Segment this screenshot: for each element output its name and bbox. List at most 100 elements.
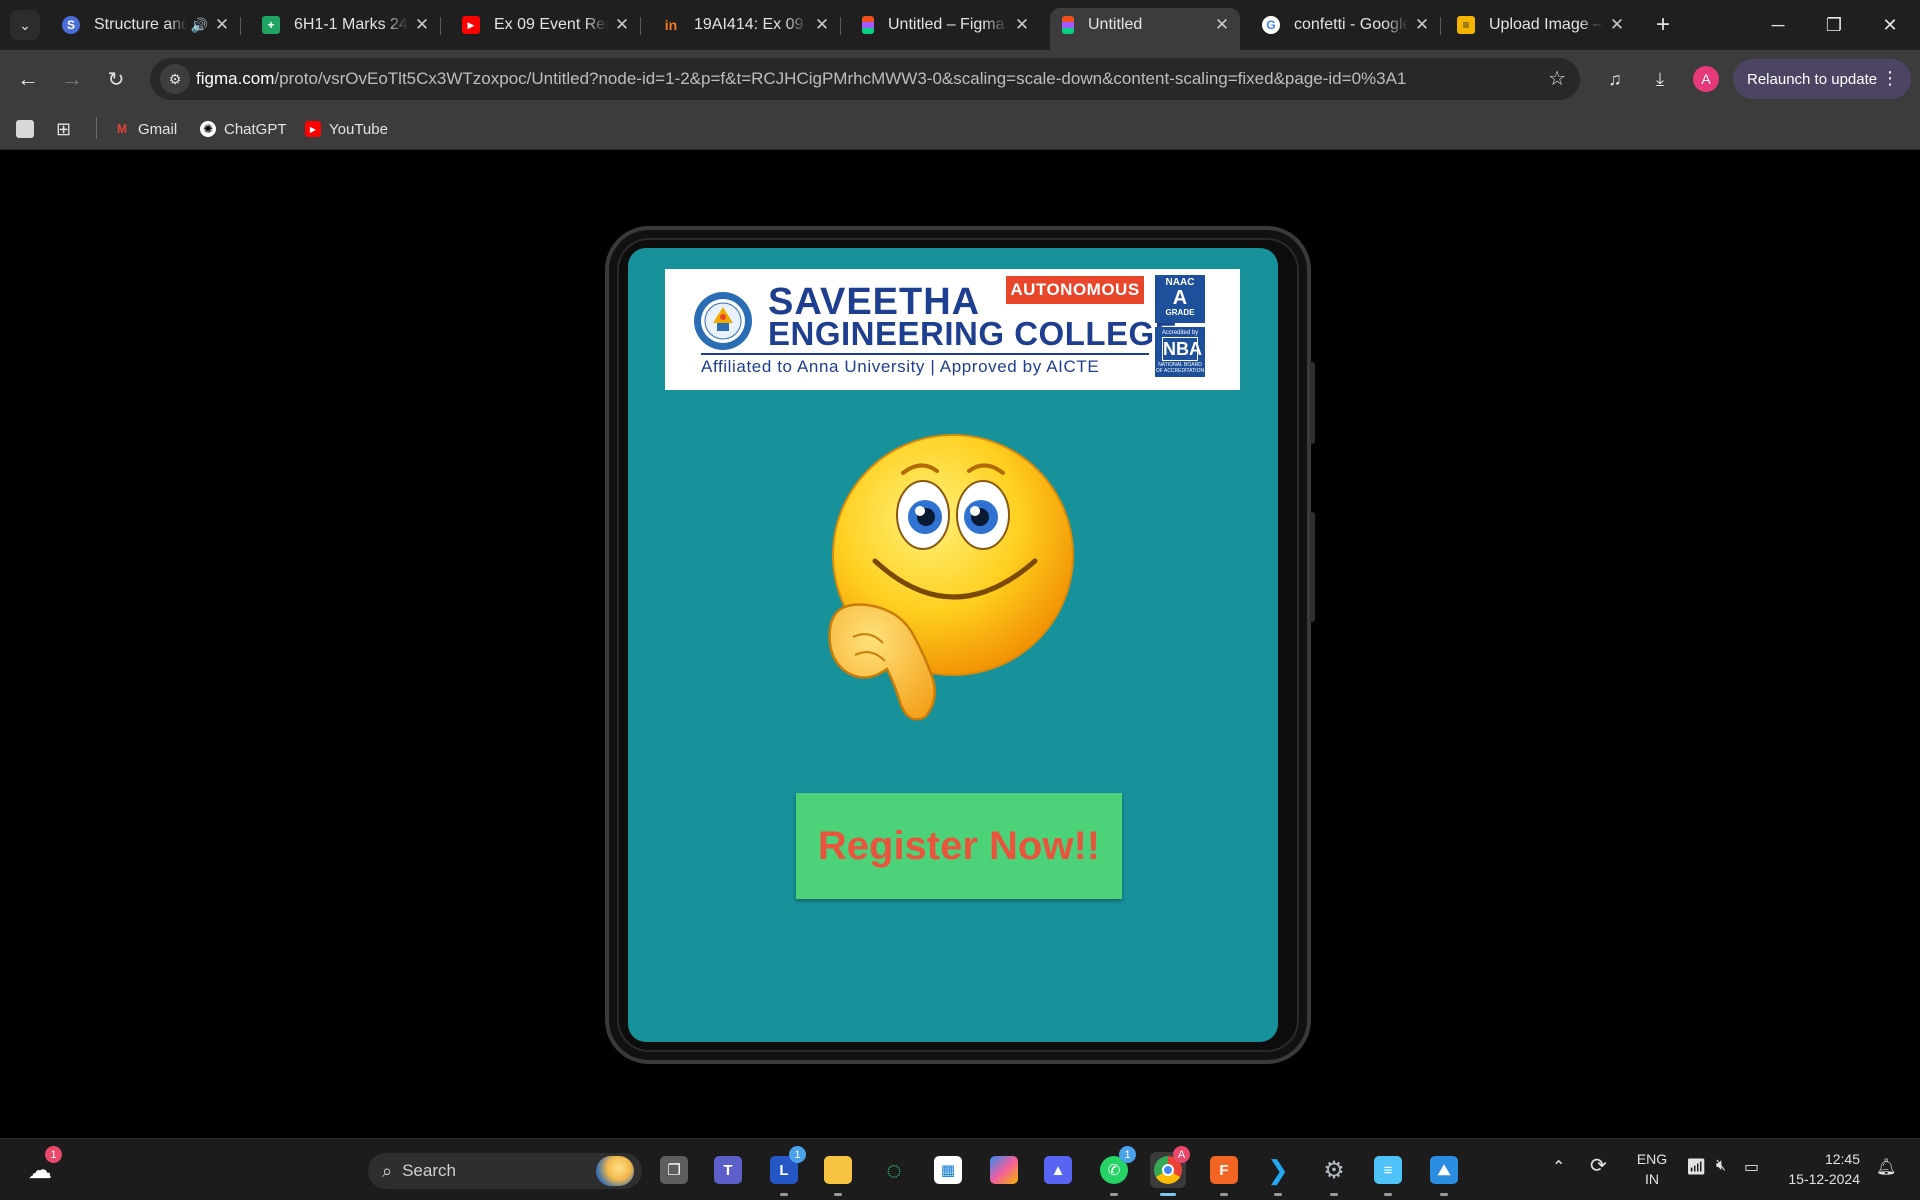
more-menu-icon[interactable]: ⋮ — [1881, 68, 1899, 89]
running-indicator — [1160, 1193, 1176, 1196]
tab-figma-untitled[interactable]: Untitled – Figma ✕ — [850, 8, 1040, 42]
notepad-icon: ≡ — [1374, 1156, 1402, 1184]
file-explorer-button[interactable] — [820, 1152, 856, 1196]
url-text[interactable]: figma.com/proto/vsrOvEoTlt5Cx3WTzoxpoc/U… — [196, 69, 1406, 89]
bookmarks-bar: ⊞ M Gmail ✺ ChatGPT ▶ YouTube — [0, 108, 1920, 150]
url-host: figma.com — [196, 69, 275, 88]
notification-bell-icon[interactable]: 🔔︎ — [1876, 1157, 1896, 1177]
whatsapp-button[interactable]: ✆ 1 — [1096, 1146, 1136, 1196]
bookmark-youtube[interactable]: ▶ YouTube — [305, 116, 388, 142]
search-icon: ⌕ — [382, 1160, 393, 1181]
arc-app-button[interactable]: ▲ — [1040, 1152, 1076, 1188]
search-placeholder: Search — [402, 1161, 456, 1180]
lens-app-button[interactable]: L 1 — [766, 1146, 806, 1196]
clock[interactable]: 12:45 15-12-2024 — [1780, 1149, 1860, 1189]
device-volume-button — [1310, 362, 1315, 444]
close-tab-icon[interactable]: ✕ — [214, 15, 230, 35]
battery-icon[interactable]: ▭ — [1744, 1157, 1759, 1177]
close-tab-icon[interactable]: ✕ — [414, 15, 430, 35]
naac-grade-label: GRADE — [1165, 308, 1195, 317]
task-view-button[interactable]: ❐ — [656, 1152, 692, 1188]
youtube-icon: ▶ — [462, 16, 480, 34]
college-name-line2: ENGINEERING COLLEGE — [768, 315, 1178, 352]
close-tab-icon[interactable]: ✕ — [1014, 15, 1030, 35]
tab-separator — [1440, 17, 1441, 35]
site-info-icon[interactable]: ⚙ — [160, 64, 190, 94]
settings-button[interactable]: ⚙ — [1316, 1152, 1352, 1196]
tab-confetti-google[interactable]: G confetti - Google ✕ — [1250, 8, 1441, 42]
close-tab-icon[interactable]: ✕ — [614, 15, 630, 35]
region-code: IN — [1645, 1171, 1659, 1187]
speaker-muted-icon[interactable]: 🔇︎ — [1716, 1157, 1726, 1175]
wifi-icon[interactable]: 📶︎ — [1686, 1157, 1706, 1177]
close-window-icon[interactable]: ✕ — [1862, 0, 1918, 50]
tab-untitled-active[interactable]: Untitled ✕ — [1050, 8, 1240, 50]
college-tagline: Affiliated to Anna University | Approved… — [701, 357, 1100, 376]
restore-icon[interactable]: ❐ — [1806, 0, 1862, 50]
tab-structure[interactable]: S Structure and 🔊 ✕ — [50, 8, 241, 42]
gear-icon: ⚙ — [1323, 1156, 1345, 1184]
download-icon[interactable]: ⤓ — [1645, 64, 1675, 94]
figma-icon — [862, 16, 874, 34]
chrome-profile-badge: A — [1173, 1146, 1190, 1163]
notepad-button[interactable]: ≡ — [1370, 1152, 1406, 1196]
whatsapp-badge: 1 — [1119, 1146, 1136, 1163]
reload-icon[interactable]: ↻ — [100, 63, 132, 95]
new-tab-button[interactable]: + — [1648, 10, 1678, 40]
forward-icon[interactable]: → — [56, 63, 88, 95]
start-button[interactable] — [318, 1152, 354, 1188]
register-now-button[interactable]: Register Now!! — [796, 793, 1122, 899]
upload-image-icon: ≡ — [1457, 16, 1475, 34]
back-icon[interactable]: ← — [12, 63, 44, 95]
bookmark-chatgpt[interactable]: ✺ ChatGPT — [200, 116, 287, 142]
tab-event-registration[interactable]: ▶ Ex 09 Event Regi ✕ — [450, 8, 641, 42]
fl-studio-button[interactable]: F — [1206, 1152, 1242, 1196]
close-tab-icon[interactable]: ✕ — [814, 15, 830, 35]
bookmark-gmail[interactable]: M Gmail — [114, 116, 177, 142]
logo-divider — [701, 353, 1149, 355]
taskbar-search-box[interactable]: ⌕ Search — [368, 1153, 642, 1189]
running-indicator — [1384, 1193, 1392, 1196]
windows-taskbar: ☁ 1 ⌕ Search ❐ T L 1 ◌ ▦ ▲ ✆ 1 A F ❯ ⚙ ≡… — [0, 1138, 1920, 1200]
youtube-icon: ▶ — [305, 121, 321, 137]
nba-accredited-label: Accredited by — [1161, 330, 1199, 336]
apps-grid-icon[interactable]: ⊞ — [56, 116, 71, 142]
naac-badge: NAAC A GRADE — [1155, 275, 1205, 323]
close-tab-icon[interactable]: ✕ — [1609, 15, 1625, 35]
folder-icon — [824, 1156, 852, 1184]
prototype-screen: SAVEETHA ENGINEERING COLLEGE Affiliated … — [628, 248, 1278, 1042]
refresh-app-button[interactable]: ◌ — [876, 1152, 912, 1188]
tab-marks[interactable]: + 6H1-1 Marks 24- ✕ — [250, 8, 441, 42]
college-logo: SAVEETHA ENGINEERING COLLEGE Affiliated … — [665, 269, 1240, 390]
clock-time: 12:45 — [1824, 1151, 1860, 1167]
google-icon: G — [1262, 16, 1280, 34]
microsoft-store-button[interactable]: ▦ — [930, 1152, 966, 1188]
chrome-button[interactable]: A — [1150, 1146, 1190, 1196]
relaunch-to-update-button[interactable]: Relaunch to update ⋮ — [1733, 59, 1911, 99]
tab-19ai414[interactable]: in 19AI414: Ex 09 - ✕ — [650, 8, 841, 42]
tab-upload-image[interactable]: ≡ Upload Image – ✕ — [1445, 8, 1635, 42]
close-tab-icon[interactable]: ✕ — [1414, 15, 1430, 35]
sync-status-icon[interactable]: ⟳ — [1590, 1153, 1607, 1178]
running-indicator — [1440, 1193, 1448, 1196]
running-indicator — [780, 1193, 788, 1196]
speaker-icon[interactable]: 🔊 — [191, 17, 208, 34]
photos-button[interactable]: ⛰ — [1426, 1152, 1462, 1196]
tab-overview-icon[interactable] — [16, 116, 34, 142]
weather-widget[interactable]: ☁ 1 — [22, 1146, 62, 1188]
profile-avatar[interactable]: A — [1693, 66, 1719, 92]
copilot-button[interactable] — [986, 1152, 1022, 1188]
minimize-icon[interactable]: ─ — [1750, 0, 1806, 50]
device-power-button — [1310, 512, 1315, 622]
input-language-indicator[interactable]: ENG IN — [1630, 1149, 1674, 1189]
teams-button[interactable]: T — [710, 1152, 746, 1188]
close-tab-icon[interactable]: ✕ — [1214, 15, 1230, 35]
relaunch-label: Relaunch to update — [1747, 70, 1878, 88]
bookmark-star-icon[interactable]: ☆ — [1548, 66, 1566, 91]
tab-search-button[interactable]: ⌄ — [10, 10, 40, 40]
address-bar[interactable]: ⚙ figma.com/proto/vsrOvEoTlt5Cx3WTzoxpoc… — [150, 58, 1580, 100]
tab-label: Structure and — [94, 16, 187, 33]
vscode-button[interactable]: ❯ — [1260, 1152, 1296, 1196]
media-control-icon[interactable]: ♫ — [1600, 64, 1630, 94]
show-hidden-icons-chevron-icon[interactable]: ⌃ — [1552, 1157, 1565, 1177]
